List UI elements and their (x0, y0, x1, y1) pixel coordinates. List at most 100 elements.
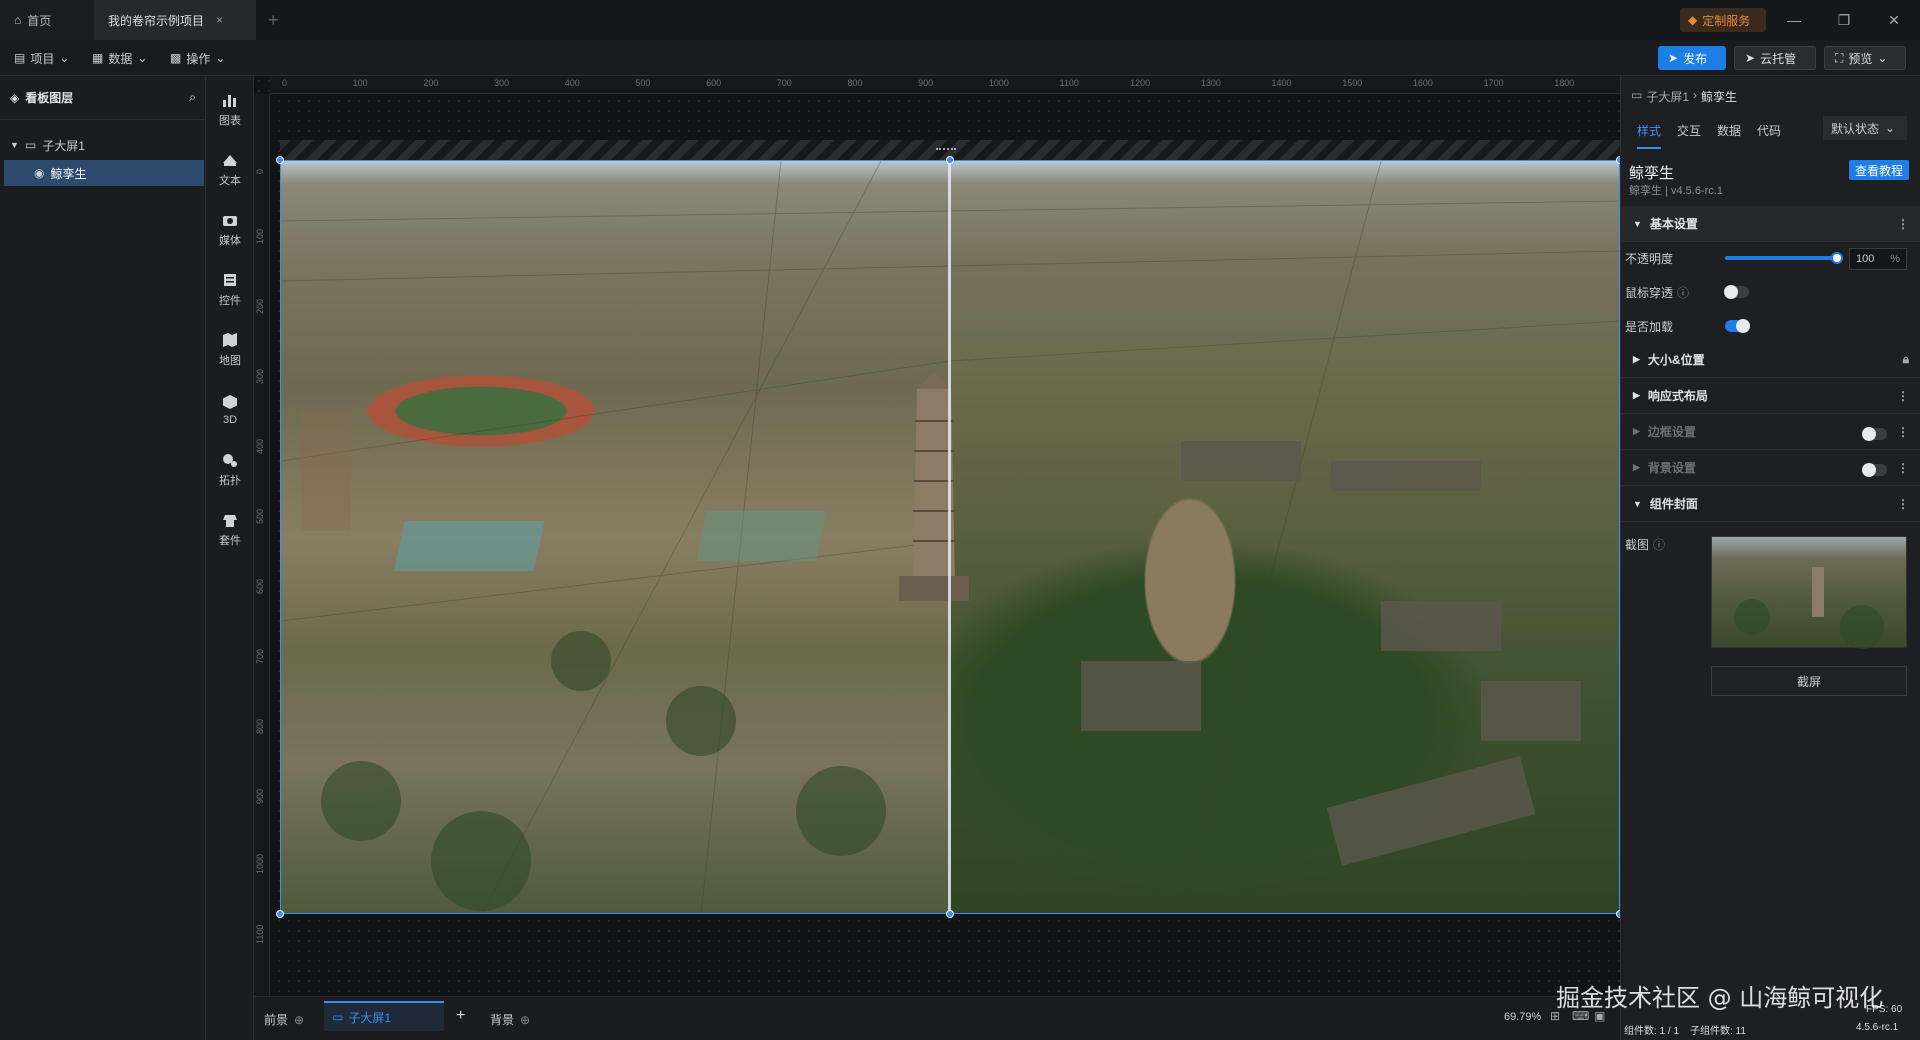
comp-suite[interactable]: 套件 (206, 504, 254, 554)
caret-down-icon: ▼ (1633, 498, 1642, 509)
background-tab[interactable]: 背景 ⊕ (490, 1011, 530, 1028)
minimize-icon[interactable]: — (1780, 8, 1808, 32)
section-basic[interactable]: ▼ 基本设置 ⋮ (1621, 206, 1920, 242)
chevron-down-icon: ⌄ (1877, 51, 1888, 65)
mouse-through-toggle[interactable] (1724, 285, 1749, 299)
screenshot-label: 截图 (1625, 538, 1650, 552)
opacity-slider-knob[interactable] (1831, 252, 1843, 264)
ruler-left-tick: 100 (255, 228, 265, 244)
properties-panel: ▭ 子大屏1 › 鲸孪生 样式 交互 数据 代码 默认状态 ⌄ 鲸孪生 鲸孪生 … (1620, 76, 1920, 1040)
bar-chart-icon (223, 94, 236, 107)
add-circle-icon[interactable]: ⊕ (520, 1013, 530, 1027)
border-toggle[interactable] (1862, 427, 1887, 441)
more-icon[interactable]: ⋮ (1897, 217, 1909, 231)
chevron-down-icon: ⌄ (137, 51, 148, 65)
comp-text[interactable]: 文本 (206, 144, 254, 194)
loaded-toggle[interactable] (1725, 319, 1750, 333)
monitor-icon: ▭ (1631, 88, 1643, 102)
cloud-host-label: 云托管 (1760, 51, 1797, 66)
comp-media[interactable]: 媒体 (206, 204, 254, 254)
components-count: 组件数: 1 / 1 (1624, 1026, 1680, 1037)
opacity-label: 不透明度 (1625, 252, 1674, 266)
ruler-top-tick: 1100 (1059, 78, 1079, 88)
cloud-host-button[interactable]: ➤ 云托管 (1734, 46, 1816, 70)
zoom-level[interactable]: 69.79% (1504, 1011, 1541, 1023)
more-icon[interactable]: ⋮ (1897, 425, 1909, 439)
tutorial-button[interactable]: 查看教程 (1849, 160, 1909, 180)
help-icon[interactable]: ⓘ (1677, 284, 1689, 301)
opacity-slider[interactable] (1725, 252, 1843, 264)
ruler-top-tick: 1400 (1271, 78, 1292, 88)
foreground-tab[interactable]: 前景 ⊕ (264, 1011, 304, 1028)
layers-header: ◈ 看板图层 ⌕ (0, 76, 206, 120)
fullscreen-icon: ⛶ (1835, 50, 1844, 65)
opacity-input[interactable]: 100 % (1849, 248, 1907, 270)
ruler-top-tick: 100 (352, 78, 368, 88)
state-select[interactable]: 默认状态 ⌄ (1823, 116, 1907, 140)
tab-data[interactable]: 数据 (1717, 122, 1741, 139)
artboard-whale-component[interactable] (280, 160, 1620, 914)
layers-icon: ◈ (10, 90, 20, 105)
send-icon: ➤ (1668, 51, 1679, 65)
resize-handle[interactable] (946, 156, 954, 164)
more-icon[interactable]: ⋮ (1897, 497, 1909, 511)
ruler-left-tick: 0 (255, 168, 265, 174)
publish-button[interactable]: ➤ 发布 (1658, 46, 1726, 70)
section-responsive[interactable]: ▶ 响应式布局 ⋮ (1621, 378, 1920, 414)
tab-project[interactable]: 我的卷帘示例项目 × (94, 0, 256, 40)
loaded-label: 是否加载 (1625, 320, 1674, 334)
control-icon (224, 273, 236, 286)
custom-service-button[interactable]: ◆ 定制服务 (1680, 8, 1766, 32)
background-label: 背景 (490, 1013, 515, 1027)
help-icon[interactable]: ⓘ (1653, 536, 1665, 553)
search-icon[interactable]: ⌕ (189, 90, 196, 105)
grid-icon: ▩ (170, 51, 182, 65)
tab-code[interactable]: 代码 (1757, 122, 1781, 139)
pagoda-model (899, 371, 969, 601)
menu-data-label: 数据 (108, 51, 133, 66)
mouse-through-label: 鼠标穿透 (1625, 286, 1674, 300)
restore-icon[interactable]: ❐ (1830, 8, 1858, 32)
resize-handle[interactable] (276, 156, 284, 164)
tree-item-whale[interactable]: ◉ 鲸孪生 (4, 160, 204, 186)
comp-topology[interactable]: 拓扑 (206, 444, 254, 494)
close-tab-icon[interactable]: × (216, 13, 223, 27)
section-cover[interactable]: ▼ 组件封面 ⋮ (1621, 486, 1920, 522)
screenshot-button[interactable]: 截屏 (1711, 666, 1907, 696)
close-window-icon[interactable]: ✕ (1880, 8, 1908, 32)
state-value: 默认状态 (1831, 121, 1880, 136)
comp-3d-label: 3D (222, 413, 238, 426)
layers-panel: ◈ 看板图层 ⌕ ▼ ▭ 子大屏1 ◉ 鲸孪生 (0, 76, 206, 1040)
comp-map[interactable]: 地图 (206, 324, 254, 374)
more-icon[interactable]: ⋮ (1897, 461, 1909, 475)
comp-control[interactable]: 控件 (206, 264, 254, 314)
resize-handle[interactable] (946, 910, 954, 918)
tab-home[interactable]: ⌂ 首页 (0, 0, 94, 40)
new-tab-icon[interactable]: + (268, 10, 279, 31)
curtain-split-line[interactable] (948, 161, 951, 913)
more-icon[interactable]: ⋮ (1897, 389, 1909, 403)
ruler-top-tick: 0 (282, 78, 288, 88)
title-bar: ⌂ 首页 我的卷帘示例项目 × + ◆ 定制服务 — ❐ ✕ (0, 0, 1920, 40)
breadcrumb-parent[interactable]: 子大屏1 (1646, 88, 1689, 105)
resize-handle[interactable] (276, 910, 284, 918)
add-screen-icon[interactable]: + (456, 1007, 465, 1025)
menu-data[interactable]: ▦ 数据 ⌄ (86, 46, 153, 70)
section-size-position[interactable]: ▶ 大小&位置 🔒︎ (1621, 342, 1920, 378)
text-icon (223, 154, 237, 166)
lock-icon[interactable]: 🔒︎ (1903, 352, 1909, 367)
background-toggle[interactable] (1862, 463, 1887, 477)
preview-button[interactable]: ⛶ 预览 ⌄ (1824, 46, 1906, 70)
tab-style[interactable]: 样式 (1637, 122, 1662, 149)
ruler-left-tick: 1000 (255, 853, 265, 874)
custom-service-label: 定制服务 (1702, 13, 1751, 28)
comp-3d[interactable]: 3D (206, 384, 254, 434)
screen-tab[interactable]: ▭ 子大屏1 (324, 1001, 444, 1031)
menu-project[interactable]: ▤ 项目 ⌄ (8, 46, 75, 70)
drag-grip-icon[interactable] (936, 148, 956, 152)
tab-interaction[interactable]: 交互 (1677, 122, 1701, 139)
menu-operation[interactable]: ▩ 操作 ⌄ (164, 46, 231, 70)
tree-screen[interactable]: ▼ ▭ 子大屏1 (4, 132, 204, 158)
comp-chart[interactable]: 图表 (206, 84, 254, 134)
add-circle-icon[interactable]: ⊕ (294, 1013, 304, 1027)
